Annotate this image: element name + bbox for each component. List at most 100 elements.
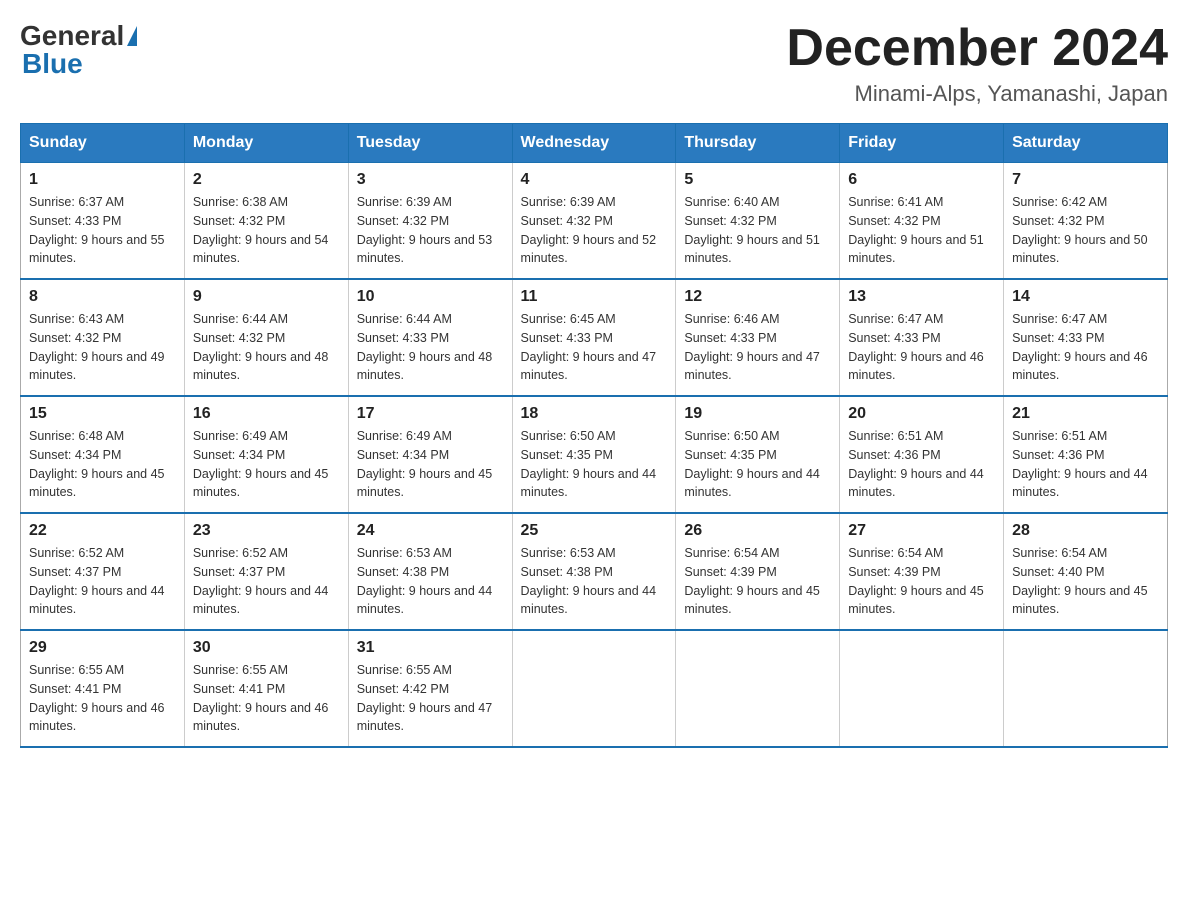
day-number: 11 (521, 288, 668, 306)
day-info: Sunrise: 6:54 AMSunset: 4:39 PMDaylight:… (684, 546, 820, 616)
calendar-table: Sunday Monday Tuesday Wednesday Thursday… (20, 123, 1168, 748)
calendar-cell: 27 Sunrise: 6:54 AMSunset: 4:39 PMDaylig… (840, 513, 1004, 630)
day-info: Sunrise: 6:49 AMSunset: 4:34 PMDaylight:… (193, 429, 329, 499)
logo-area: General Blue (20, 20, 140, 80)
day-number: 13 (848, 288, 995, 306)
day-number: 24 (357, 522, 504, 540)
col-friday: Friday (840, 124, 1004, 163)
calendar-cell: 22 Sunrise: 6:52 AMSunset: 4:37 PMDaylig… (21, 513, 185, 630)
day-info: Sunrise: 6:55 AMSunset: 4:42 PMDaylight:… (357, 663, 493, 733)
day-info: Sunrise: 6:47 AMSunset: 4:33 PMDaylight:… (1012, 312, 1148, 382)
day-number: 7 (1012, 171, 1159, 189)
day-info: Sunrise: 6:52 AMSunset: 4:37 PMDaylight:… (193, 546, 329, 616)
day-info: Sunrise: 6:38 AMSunset: 4:32 PMDaylight:… (193, 195, 329, 265)
day-info: Sunrise: 6:44 AMSunset: 4:33 PMDaylight:… (357, 312, 493, 382)
month-title: December 2024 (786, 20, 1168, 77)
day-info: Sunrise: 6:51 AMSunset: 4:36 PMDaylight:… (848, 429, 984, 499)
calendar-week-row: 29 Sunrise: 6:55 AMSunset: 4:41 PMDaylig… (21, 630, 1168, 747)
calendar-cell: 29 Sunrise: 6:55 AMSunset: 4:41 PMDaylig… (21, 630, 185, 747)
day-info: Sunrise: 6:44 AMSunset: 4:32 PMDaylight:… (193, 312, 329, 382)
title-area: December 2024 Minami-Alps, Yamanashi, Ja… (786, 20, 1168, 107)
col-sunday: Sunday (21, 124, 185, 163)
day-info: Sunrise: 6:40 AMSunset: 4:32 PMDaylight:… (684, 195, 820, 265)
day-info: Sunrise: 6:41 AMSunset: 4:32 PMDaylight:… (848, 195, 984, 265)
day-number: 20 (848, 405, 995, 423)
calendar-cell: 5 Sunrise: 6:40 AMSunset: 4:32 PMDayligh… (676, 163, 840, 280)
day-info: Sunrise: 6:53 AMSunset: 4:38 PMDaylight:… (521, 546, 657, 616)
day-info: Sunrise: 6:39 AMSunset: 4:32 PMDaylight:… (521, 195, 657, 265)
logo-blue-text: Blue (22, 48, 83, 79)
day-info: Sunrise: 6:37 AMSunset: 4:33 PMDaylight:… (29, 195, 165, 265)
day-number: 17 (357, 405, 504, 423)
calendar-cell: 15 Sunrise: 6:48 AMSunset: 4:34 PMDaylig… (21, 396, 185, 513)
calendar-cell (840, 630, 1004, 747)
calendar-cell: 16 Sunrise: 6:49 AMSunset: 4:34 PMDaylig… (184, 396, 348, 513)
day-number: 16 (193, 405, 340, 423)
day-number: 31 (357, 639, 504, 657)
calendar-cell: 11 Sunrise: 6:45 AMSunset: 4:33 PMDaylig… (512, 279, 676, 396)
calendar-cell: 28 Sunrise: 6:54 AMSunset: 4:40 PMDaylig… (1004, 513, 1168, 630)
days-of-week-row: Sunday Monday Tuesday Wednesday Thursday… (21, 124, 1168, 163)
calendar-body: 1 Sunrise: 6:37 AMSunset: 4:33 PMDayligh… (21, 163, 1168, 748)
day-number: 14 (1012, 288, 1159, 306)
logo-triangle-icon (127, 26, 137, 46)
calendar-cell (676, 630, 840, 747)
day-number: 26 (684, 522, 831, 540)
calendar-week-row: 8 Sunrise: 6:43 AMSunset: 4:32 PMDayligh… (21, 279, 1168, 396)
day-number: 28 (1012, 522, 1159, 540)
day-number: 19 (684, 405, 831, 423)
calendar-cell: 6 Sunrise: 6:41 AMSunset: 4:32 PMDayligh… (840, 163, 1004, 280)
day-info: Sunrise: 6:54 AMSunset: 4:40 PMDaylight:… (1012, 546, 1148, 616)
day-info: Sunrise: 6:49 AMSunset: 4:34 PMDaylight:… (357, 429, 493, 499)
day-number: 21 (1012, 405, 1159, 423)
day-number: 12 (684, 288, 831, 306)
day-number: 25 (521, 522, 668, 540)
day-info: Sunrise: 6:52 AMSunset: 4:37 PMDaylight:… (29, 546, 165, 616)
day-info: Sunrise: 6:50 AMSunset: 4:35 PMDaylight:… (521, 429, 657, 499)
day-number: 18 (521, 405, 668, 423)
calendar-cell: 8 Sunrise: 6:43 AMSunset: 4:32 PMDayligh… (21, 279, 185, 396)
calendar-header: Sunday Monday Tuesday Wednesday Thursday… (21, 124, 1168, 163)
day-number: 5 (684, 171, 831, 189)
calendar-cell: 21 Sunrise: 6:51 AMSunset: 4:36 PMDaylig… (1004, 396, 1168, 513)
calendar-cell: 14 Sunrise: 6:47 AMSunset: 4:33 PMDaylig… (1004, 279, 1168, 396)
day-info: Sunrise: 6:43 AMSunset: 4:32 PMDaylight:… (29, 312, 165, 382)
page-header: General Blue December 2024 Minami-Alps, … (20, 20, 1168, 107)
day-info: Sunrise: 6:50 AMSunset: 4:35 PMDaylight:… (684, 429, 820, 499)
calendar-cell: 10 Sunrise: 6:44 AMSunset: 4:33 PMDaylig… (348, 279, 512, 396)
calendar-cell: 4 Sunrise: 6:39 AMSunset: 4:32 PMDayligh… (512, 163, 676, 280)
day-info: Sunrise: 6:46 AMSunset: 4:33 PMDaylight:… (684, 312, 820, 382)
col-saturday: Saturday (1004, 124, 1168, 163)
calendar-cell: 1 Sunrise: 6:37 AMSunset: 4:33 PMDayligh… (21, 163, 185, 280)
calendar-cell: 30 Sunrise: 6:55 AMSunset: 4:41 PMDaylig… (184, 630, 348, 747)
day-info: Sunrise: 6:54 AMSunset: 4:39 PMDaylight:… (848, 546, 984, 616)
day-info: Sunrise: 6:55 AMSunset: 4:41 PMDaylight:… (193, 663, 329, 733)
calendar-week-row: 22 Sunrise: 6:52 AMSunset: 4:37 PMDaylig… (21, 513, 1168, 630)
logo-blue-row: Blue (20, 48, 83, 80)
day-info: Sunrise: 6:53 AMSunset: 4:38 PMDaylight:… (357, 546, 493, 616)
calendar-cell: 3 Sunrise: 6:39 AMSunset: 4:32 PMDayligh… (348, 163, 512, 280)
calendar-cell: 25 Sunrise: 6:53 AMSunset: 4:38 PMDaylig… (512, 513, 676, 630)
calendar-cell: 2 Sunrise: 6:38 AMSunset: 4:32 PMDayligh… (184, 163, 348, 280)
calendar-cell: 31 Sunrise: 6:55 AMSunset: 4:42 PMDaylig… (348, 630, 512, 747)
calendar-cell (1004, 630, 1168, 747)
calendar-cell: 13 Sunrise: 6:47 AMSunset: 4:33 PMDaylig… (840, 279, 1004, 396)
calendar-cell: 19 Sunrise: 6:50 AMSunset: 4:35 PMDaylig… (676, 396, 840, 513)
day-info: Sunrise: 6:39 AMSunset: 4:32 PMDaylight:… (357, 195, 493, 265)
calendar-cell: 23 Sunrise: 6:52 AMSunset: 4:37 PMDaylig… (184, 513, 348, 630)
calendar-cell: 9 Sunrise: 6:44 AMSunset: 4:32 PMDayligh… (184, 279, 348, 396)
day-number: 2 (193, 171, 340, 189)
calendar-week-row: 15 Sunrise: 6:48 AMSunset: 4:34 PMDaylig… (21, 396, 1168, 513)
col-wednesday: Wednesday (512, 124, 676, 163)
col-thursday: Thursday (676, 124, 840, 163)
day-number: 27 (848, 522, 995, 540)
day-number: 22 (29, 522, 176, 540)
calendar-cell (512, 630, 676, 747)
calendar-cell: 20 Sunrise: 6:51 AMSunset: 4:36 PMDaylig… (840, 396, 1004, 513)
day-number: 29 (29, 639, 176, 657)
day-number: 3 (357, 171, 504, 189)
calendar-week-row: 1 Sunrise: 6:37 AMSunset: 4:33 PMDayligh… (21, 163, 1168, 280)
day-number: 8 (29, 288, 176, 306)
calendar-cell: 26 Sunrise: 6:54 AMSunset: 4:39 PMDaylig… (676, 513, 840, 630)
day-number: 4 (521, 171, 668, 189)
